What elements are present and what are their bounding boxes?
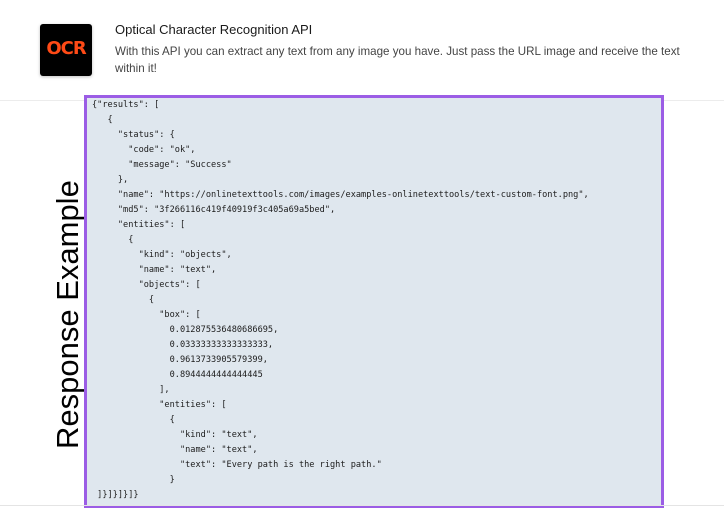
code-line: "message": "Success" (92, 160, 232, 170)
code-line: "box": [ (92, 310, 201, 320)
response-example-code-box: {"results": [ { "status": { "code": "ok"… (84, 95, 664, 508)
code-line: "status": { (92, 130, 175, 140)
code-line: }, (92, 175, 129, 185)
code-line: ], (92, 385, 170, 395)
code-line: { (92, 115, 113, 125)
code-line: { (92, 235, 134, 245)
code-line: 0.9613733905579399, (92, 355, 268, 365)
code-line: "name": "https://onlinetexttools.com/ima… (92, 190, 589, 200)
code-line: 0.012875536480686695, (92, 325, 279, 335)
code-line: { (92, 295, 155, 305)
code-line: "md5": "3f266116c419f40919f3c405a69a5bed… (92, 205, 336, 215)
code-line: "code": "ok", (92, 145, 196, 155)
code-line: ]}]}]}]} (92, 490, 139, 500)
code-line: "name": "text", (92, 445, 258, 455)
response-json-code: {"results": [ { "status": { "code": "ok"… (87, 98, 661, 503)
code-line: 0.03333333333333333, (92, 340, 274, 350)
api-header: OCR Optical Character Recognition API Wi… (0, 0, 724, 101)
code-line: {"results": [ (92, 100, 160, 110)
api-description: With this API you can extract any text f… (115, 45, 680, 75)
code-line: "entities": [ (92, 400, 227, 410)
code-line: "entities": [ (92, 220, 186, 230)
api-title[interactable]: Optical Character Recognition API (115, 22, 312, 37)
code-line: "text": "Every path is the right path." (92, 460, 382, 470)
response-example-label: Response Example (50, 180, 85, 449)
divider (0, 505, 724, 506)
code-line: 0.8944444444444445 (92, 370, 263, 380)
code-line: "kind": "text", (92, 430, 258, 440)
code-line: { (92, 415, 175, 425)
code-line: "name": "text", (92, 265, 217, 275)
code-line: } (92, 475, 175, 485)
page: OCR Optical Character Recognition API Wi… (0, 0, 724, 508)
ocr-logo: OCR (40, 24, 92, 76)
code-line: "kind": "objects", (92, 250, 232, 260)
code-line: "objects": [ (92, 280, 201, 290)
logo-text: OCR (46, 38, 86, 59)
